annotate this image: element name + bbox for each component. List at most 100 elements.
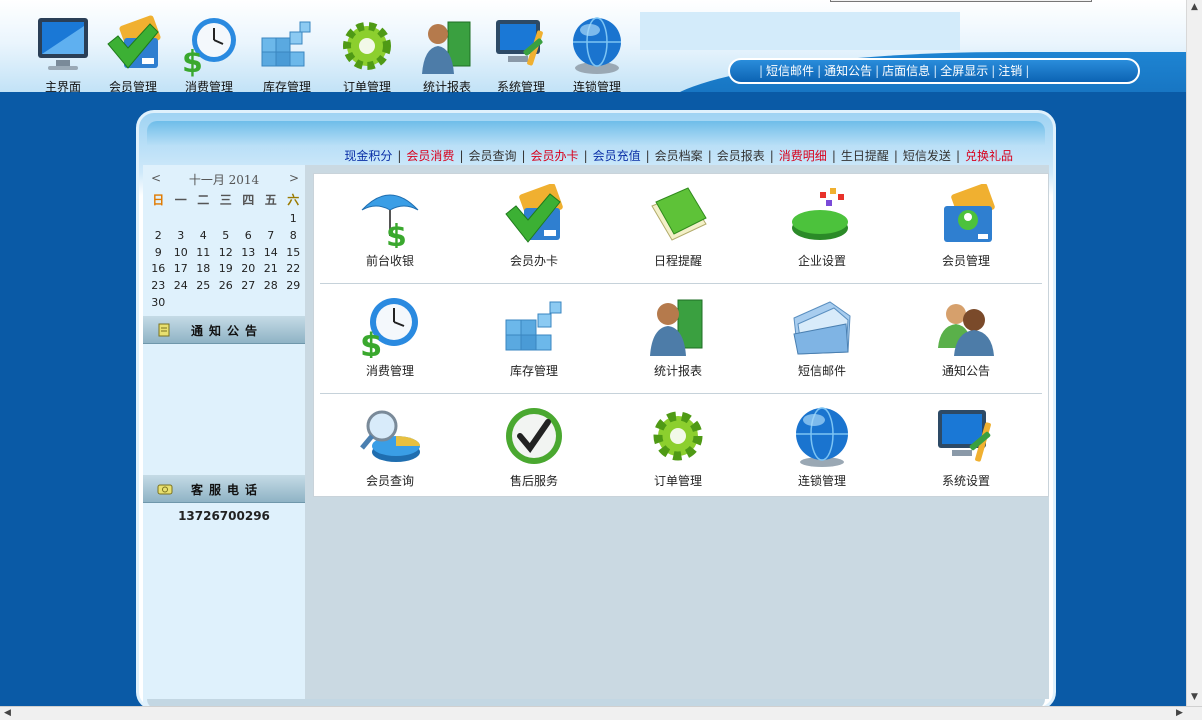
header-sky-decoration bbox=[640, 12, 960, 50]
quick-link-sms-send[interactable]: 短信发送 bbox=[903, 149, 951, 163]
shortcut-order-management[interactable]: 订单管理 bbox=[606, 394, 750, 498]
quick-link-member-recharge[interactable]: 会员充值 bbox=[593, 149, 641, 163]
calendar-day[interactable]: 14 bbox=[260, 245, 283, 262]
shortcut-notice-label: 通知公告 bbox=[941, 364, 990, 378]
calendar-day[interactable]: 21 bbox=[260, 261, 283, 278]
folder-icon bbox=[793, 301, 851, 355]
weekday-label: 二 bbox=[197, 193, 210, 207]
globe-icon bbox=[573, 17, 621, 74]
shortcut-front-cashier[interactable]: $ 前台收银 bbox=[318, 174, 462, 278]
shortcut-enterprise-settings[interactable]: 企业设置 bbox=[750, 174, 894, 278]
shortcut-inventory-management[interactable]: 库存管理 bbox=[462, 284, 606, 388]
quick-link-consume-detail[interactable]: 消费明细 bbox=[779, 149, 827, 163]
clock-dollar-icon: $ bbox=[182, 18, 236, 78]
shortcut-order-management-label: 订单管理 bbox=[653, 474, 702, 488]
shortcut-enterprise-settings-label: 企业设置 bbox=[797, 254, 846, 268]
shortcut-statistics-report-label: 统计报表 bbox=[653, 364, 702, 378]
service-phone-number: 13726700296 bbox=[178, 509, 270, 523]
calendar-empty-cell bbox=[260, 211, 283, 228]
quick-link-cash-points[interactable]: 现金积分 bbox=[344, 149, 392, 163]
link-sms-email[interactable]: 短信邮件 bbox=[766, 64, 814, 78]
calendar-day[interactable]: 22 bbox=[282, 261, 305, 278]
calendar-day[interactable]: 10 bbox=[170, 245, 193, 262]
scroll-right-icon[interactable]: ▶ bbox=[1176, 708, 1183, 718]
calendar-day[interactable]: 3 bbox=[170, 228, 193, 245]
shortcut-after-sales[interactable]: 售后服务 bbox=[462, 394, 606, 498]
svg-text:$: $ bbox=[360, 326, 382, 358]
shortcut-notice[interactable]: 通知公告 bbox=[894, 284, 1038, 388]
calendar-day[interactable]: 20 bbox=[237, 261, 260, 278]
shortcut-schedule-reminder[interactable]: 日程提醒 bbox=[606, 174, 750, 278]
calendar-day[interactable]: 16 bbox=[147, 261, 170, 278]
calendar-day[interactable]: 17 bbox=[170, 261, 193, 278]
shortcut-consumption-management[interactable]: $ 消费管理 bbox=[318, 284, 462, 388]
calendar-day[interactable]: 27 bbox=[237, 278, 260, 295]
shortcut-statistics-report[interactable]: 统计报表 bbox=[606, 284, 750, 388]
shortcut-system-settings[interactable]: 系统设置 bbox=[894, 394, 1038, 498]
calendar-next-button[interactable]: > bbox=[289, 171, 299, 185]
link-logout[interactable]: 注销 bbox=[998, 64, 1022, 78]
calendar-day[interactable]: 12 bbox=[215, 245, 238, 262]
shortcut-chain-management[interactable]: 连锁管理 bbox=[750, 394, 894, 498]
horizontal-scrollbar[interactable]: ◀ ▶ bbox=[0, 706, 1202, 720]
shortcut-sms-email[interactable]: 短信邮件 bbox=[750, 284, 894, 388]
calendar-day[interactable]: 6 bbox=[237, 228, 260, 245]
calendar-empty-cell bbox=[215, 211, 238, 228]
nav-order-management-label: 订单管理 bbox=[342, 80, 391, 94]
calendar-header: < 十一月 2014 > bbox=[143, 171, 305, 187]
quick-links-bar: 现金积分 | 会员消费 | 会员查询 | 会员办卡 | 会员充值 | 会员档案 | 会员报表 | 消费明细 |… bbox=[139, 147, 1053, 165]
calendar-day[interactable]: 11 bbox=[192, 245, 215, 262]
calendar-day[interactable]: 2 bbox=[147, 228, 170, 245]
calendar-day[interactable]: 29 bbox=[282, 278, 305, 295]
nav-inventory-management-label: 库存管理 bbox=[262, 80, 311, 94]
calendar-day[interactable]: 13 bbox=[237, 245, 260, 262]
calendar-day[interactable]: 18 bbox=[192, 261, 215, 278]
scroll-up-icon[interactable]: ▲ bbox=[1191, 2, 1198, 12]
scroll-down-icon[interactable]: ▼ bbox=[1191, 692, 1198, 702]
calendar-day[interactable]: 15 bbox=[282, 245, 305, 262]
quick-link-member-report[interactable]: 会员报表 bbox=[717, 149, 765, 163]
calendar-day[interactable]: 23 bbox=[147, 278, 170, 295]
person-book-icon bbox=[422, 21, 471, 74]
calendar-day[interactable]: 28 bbox=[260, 278, 283, 295]
calendar-day[interactable]: 7 bbox=[260, 228, 283, 245]
link-notice[interactable]: 通知公告 bbox=[824, 64, 872, 78]
quick-link-birthday-reminder[interactable]: 生日提醒 bbox=[841, 149, 889, 163]
shortcut-member-query[interactable]: 会员查询 bbox=[318, 394, 462, 498]
quick-link-member-consume[interactable]: 会员消费 bbox=[406, 149, 454, 163]
scroll-left-icon[interactable]: ◀ bbox=[4, 708, 11, 718]
link-fullscreen[interactable]: 全屏显示 bbox=[940, 64, 988, 78]
quick-separator: | bbox=[707, 149, 712, 163]
quick-separator: | bbox=[769, 149, 774, 163]
calendar-day[interactable]: 25 bbox=[192, 278, 215, 295]
link-store-info[interactable]: 店面信息 bbox=[882, 64, 930, 78]
quick-link-member-card[interactable]: 会员办卡 bbox=[531, 149, 579, 163]
nav-inventory-management[interactable]: 库存管理 bbox=[250, 10, 324, 94]
calendar-day[interactable]: 26 bbox=[215, 278, 238, 295]
vertical-scrollbar[interactable]: ▲ ▼ bbox=[1186, 0, 1202, 706]
nav-consumption-management[interactable]: $ 消费管理 bbox=[172, 10, 246, 94]
cubes-icon bbox=[505, 301, 562, 351]
quick-link-gift-exchange[interactable]: 兑换礼品 bbox=[965, 149, 1013, 163]
calendar-day[interactable]: 19 bbox=[215, 261, 238, 278]
calendar-day[interactable]: 4 bbox=[192, 228, 215, 245]
calendar-day[interactable]: 1 bbox=[282, 211, 305, 228]
shortcut-area: $ 前台收银 会员办卡 日程提醒 企业设置 会员管理 $ 消费管理 库存管理 统… bbox=[305, 165, 1049, 699]
shortcut-member-management[interactable]: 会员管理 bbox=[894, 174, 1038, 278]
shortcut-member-card[interactable]: 会员办卡 bbox=[462, 174, 606, 278]
calendar-day[interactable]: 8 bbox=[282, 228, 305, 245]
calendar-day[interactable]: 24 bbox=[170, 278, 193, 295]
calendar-day[interactable]: 30 bbox=[147, 295, 170, 312]
nav-statistics-report[interactable]: 统计报表 bbox=[410, 10, 484, 94]
nav-home[interactable]: 主界面 bbox=[26, 10, 100, 94]
quick-link-member-archive[interactable]: 会员档案 bbox=[655, 149, 703, 163]
clock-dollar-icon: $ bbox=[360, 298, 418, 358]
nav-member-management[interactable]: 会员管理 bbox=[96, 10, 170, 94]
nav-chain-management[interactable]: 连锁管理 bbox=[560, 10, 634, 94]
nav-order-management[interactable]: 订单管理 bbox=[330, 10, 404, 94]
nav-system-management[interactable]: 系统管理 bbox=[484, 10, 558, 94]
calendar-day[interactable]: 5 bbox=[215, 228, 238, 245]
top-header: 主界面 会员管理 $ 消费管理 库存管理 订单管理 统计报表 系统管理 连锁管理… bbox=[0, 0, 1186, 96]
quick-link-member-query[interactable]: 会员查询 bbox=[468, 149, 516, 163]
calendar-day[interactable]: 9 bbox=[147, 245, 170, 262]
